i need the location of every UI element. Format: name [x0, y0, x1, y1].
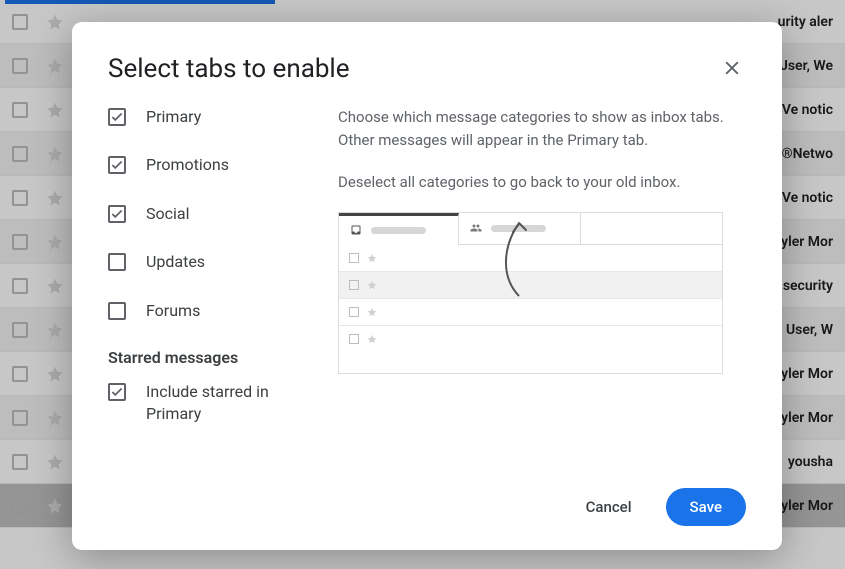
preview-row [339, 299, 722, 326]
check-icon [110, 207, 124, 221]
people-icon [469, 222, 483, 234]
check-icon [110, 158, 124, 172]
preview-row [339, 245, 722, 272]
dialog-title: Select tabs to enable [108, 54, 350, 84]
checkbox-row-forums[interactable]: Forums [108, 300, 326, 322]
check-icon [110, 385, 124, 399]
close-button[interactable] [718, 54, 746, 82]
checkbox[interactable] [108, 383, 126, 401]
description-text-2: Deselect all categories to go back to yo… [338, 171, 746, 194]
categories-column: Primary Promotions Social Updates Forums Sta… [108, 106, 338, 474]
dialog-footer: Cancel Save [108, 474, 746, 526]
checkbox-row-include-starred[interactable]: Include starred in Primary [108, 381, 326, 426]
checkbox[interactable] [108, 302, 126, 320]
checkbox[interactable] [108, 253, 126, 271]
checkbox-label: Social [146, 203, 189, 225]
preview-row [339, 272, 722, 299]
checkbox-row-updates[interactable]: Updates [108, 251, 326, 273]
checkbox-label: Include starred in Primary [146, 381, 326, 426]
checkbox[interactable] [108, 156, 126, 174]
inbox-preview-illustration [338, 212, 723, 374]
dialog-header: Select tabs to enable [108, 54, 746, 84]
checkbox-row-primary[interactable]: Primary [108, 106, 326, 128]
description-text-1: Choose which message categories to show … [338, 106, 746, 153]
preview-tab-social [459, 213, 581, 245]
checkbox-label: Updates [146, 251, 205, 273]
checkbox-row-promotions[interactable]: Promotions [108, 154, 326, 176]
checkbox-row-social[interactable]: Social [108, 203, 326, 225]
preview-tab-empty [581, 213, 722, 245]
preview-tab-primary [339, 213, 459, 245]
checkbox-label: Primary [146, 106, 201, 128]
inbox-icon [349, 224, 363, 236]
checkbox[interactable] [108, 108, 126, 126]
checkbox-label: Forums [146, 300, 200, 322]
select-tabs-dialog: Select tabs to enable Primary Promotions S… [72, 22, 782, 550]
description-column: Choose which message categories to show … [338, 106, 746, 474]
dialog-body: Primary Promotions Social Updates Forums Sta… [108, 106, 746, 474]
preview-row [339, 326, 722, 353]
check-icon [110, 110, 124, 124]
starred-heading: Starred messages [108, 348, 326, 367]
cancel-button[interactable]: Cancel [562, 488, 656, 526]
checkbox[interactable] [108, 205, 126, 223]
checkbox-label: Promotions [146, 154, 229, 176]
save-button[interactable]: Save [666, 488, 746, 526]
close-icon [722, 58, 742, 78]
